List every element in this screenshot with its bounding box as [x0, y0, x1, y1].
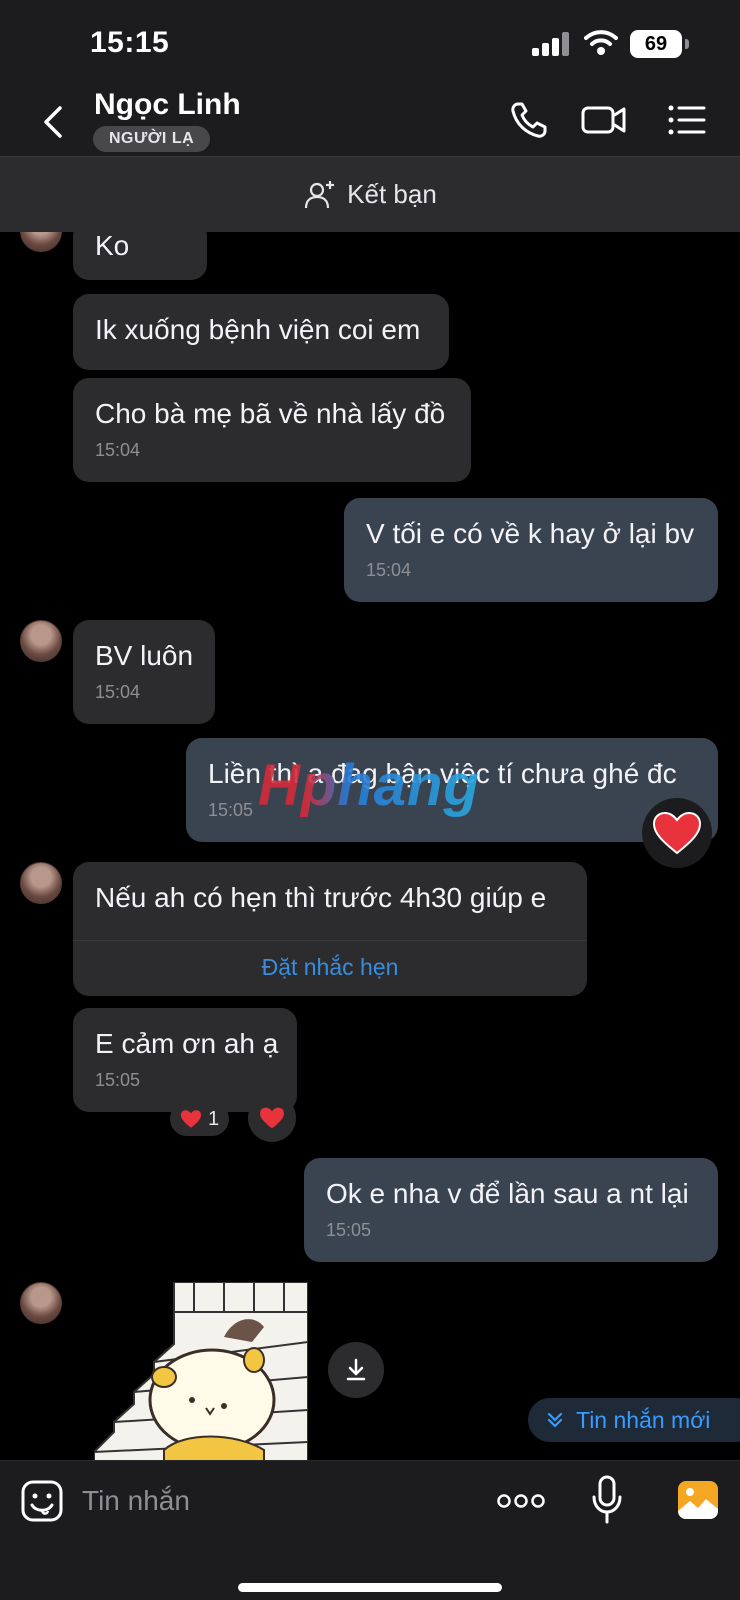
new-messages-label: Tin nhắn mới — [576, 1406, 711, 1433]
download-icon — [346, 1358, 366, 1381]
message-text: Ok e nha v để lần sau a nt lại — [326, 1178, 689, 1209]
status-bar: 15:15 69 — [0, 0, 740, 88]
message-bubble-incoming[interactable]: BV luôn 15:04 — [73, 620, 215, 724]
menu-icon[interactable] — [664, 98, 712, 142]
message-time: 15:04 — [95, 440, 141, 460]
heart-icon — [180, 1110, 202, 1128]
download-button[interactable] — [328, 1342, 384, 1398]
sticker-image[interactable] — [94, 1282, 308, 1460]
message-text: E cảm ơn ah ạ — [95, 1028, 279, 1059]
divider — [73, 940, 587, 941]
message-text: V tối e có về k hay ở lại bv — [366, 518, 695, 549]
add-friend-label: Kết bạn — [347, 179, 437, 209]
message-bubble-outgoing[interactable]: V tối e có về k hay ở lại bv 15:04 — [344, 498, 718, 602]
reaction-heart[interactable] — [642, 798, 712, 868]
wifi-icon — [584, 30, 618, 55]
watermark-logo: Hphang — [258, 753, 480, 818]
double-chevron-down-icon — [547, 1412, 563, 1428]
message-bubble-incoming[interactable]: Cho bà mẹ bã về nhà lấy đồ 15:04 — [73, 378, 471, 482]
image-icon[interactable] — [676, 1479, 720, 1521]
more-options-icon[interactable] — [497, 1491, 545, 1511]
react-button[interactable] — [248, 1094, 296, 1142]
back-arrow-icon[interactable] — [34, 102, 74, 142]
reaction-count: 1 — [208, 1107, 220, 1130]
message-bubble-incoming[interactable]: Ik xuống bệnh viện coi em — [73, 294, 449, 370]
contact-name[interactable]: Ngọc Linh — [94, 88, 241, 122]
message-composer — [0, 1460, 740, 1600]
message-bubble-outgoing[interactable]: Ok e nha v để lần sau a nt lại 15:05 — [304, 1158, 718, 1262]
status-time: 15:15 — [90, 26, 170, 59]
message-bubble-incoming[interactable]: Ko — [73, 232, 207, 280]
message-time: 15:05 — [95, 1070, 141, 1090]
avatar[interactable] — [20, 620, 62, 662]
message-time: 15:04 — [95, 682, 141, 702]
stranger-badge: NGƯỜI LẠ — [93, 126, 211, 152]
heart-icon — [260, 1107, 284, 1129]
add-friend-button[interactable]: Kết bạn — [0, 156, 740, 232]
heart-icon — [652, 811, 702, 855]
new-messages-button[interactable]: Tin nhắn mới — [528, 1398, 740, 1442]
add-friend-icon — [305, 180, 335, 208]
phone-icon[interactable] — [506, 98, 554, 142]
avatar[interactable] — [20, 1282, 62, 1324]
message-bubble-incoming[interactable]: Nếu ah có hẹn thì trước 4h30 giúp e Đặt … — [73, 862, 587, 996]
video-call-icon[interactable] — [580, 98, 628, 142]
reaction-summary[interactable]: 1 — [170, 1102, 230, 1136]
message-text: Cho bà mẹ bã về nhà lấy đồ — [95, 398, 446, 429]
message-text: Ik xuống bệnh viện coi em — [95, 314, 421, 345]
battery-indicator: 69 — [630, 30, 689, 58]
home-indicator — [238, 1583, 502, 1592]
message-text: BV luôn — [95, 640, 194, 671]
message-time: 15:05 — [326, 1220, 372, 1240]
set-reminder-button[interactable]: Đặt nhắc hẹn — [73, 954, 587, 981]
microphone-icon[interactable] — [590, 1475, 624, 1525]
avatar[interactable] — [20, 232, 62, 252]
signal-icon — [532, 32, 572, 56]
message-list[interactable]: Ko Ik xuống bệnh viện coi em Cho bà mẹ b… — [0, 232, 740, 1460]
message-time: 15:04 — [366, 560, 412, 580]
message-input[interactable] — [82, 1479, 462, 1523]
message-text: Ko — [95, 232, 130, 261]
chat-header: Ngọc Linh NGƯỜI LẠ — [0, 88, 740, 156]
sticker-icon[interactable] — [20, 1479, 64, 1523]
message-text: Nếu ah có hẹn thì trước 4h30 giúp e — [95, 882, 547, 913]
avatar[interactable] — [20, 862, 62, 904]
